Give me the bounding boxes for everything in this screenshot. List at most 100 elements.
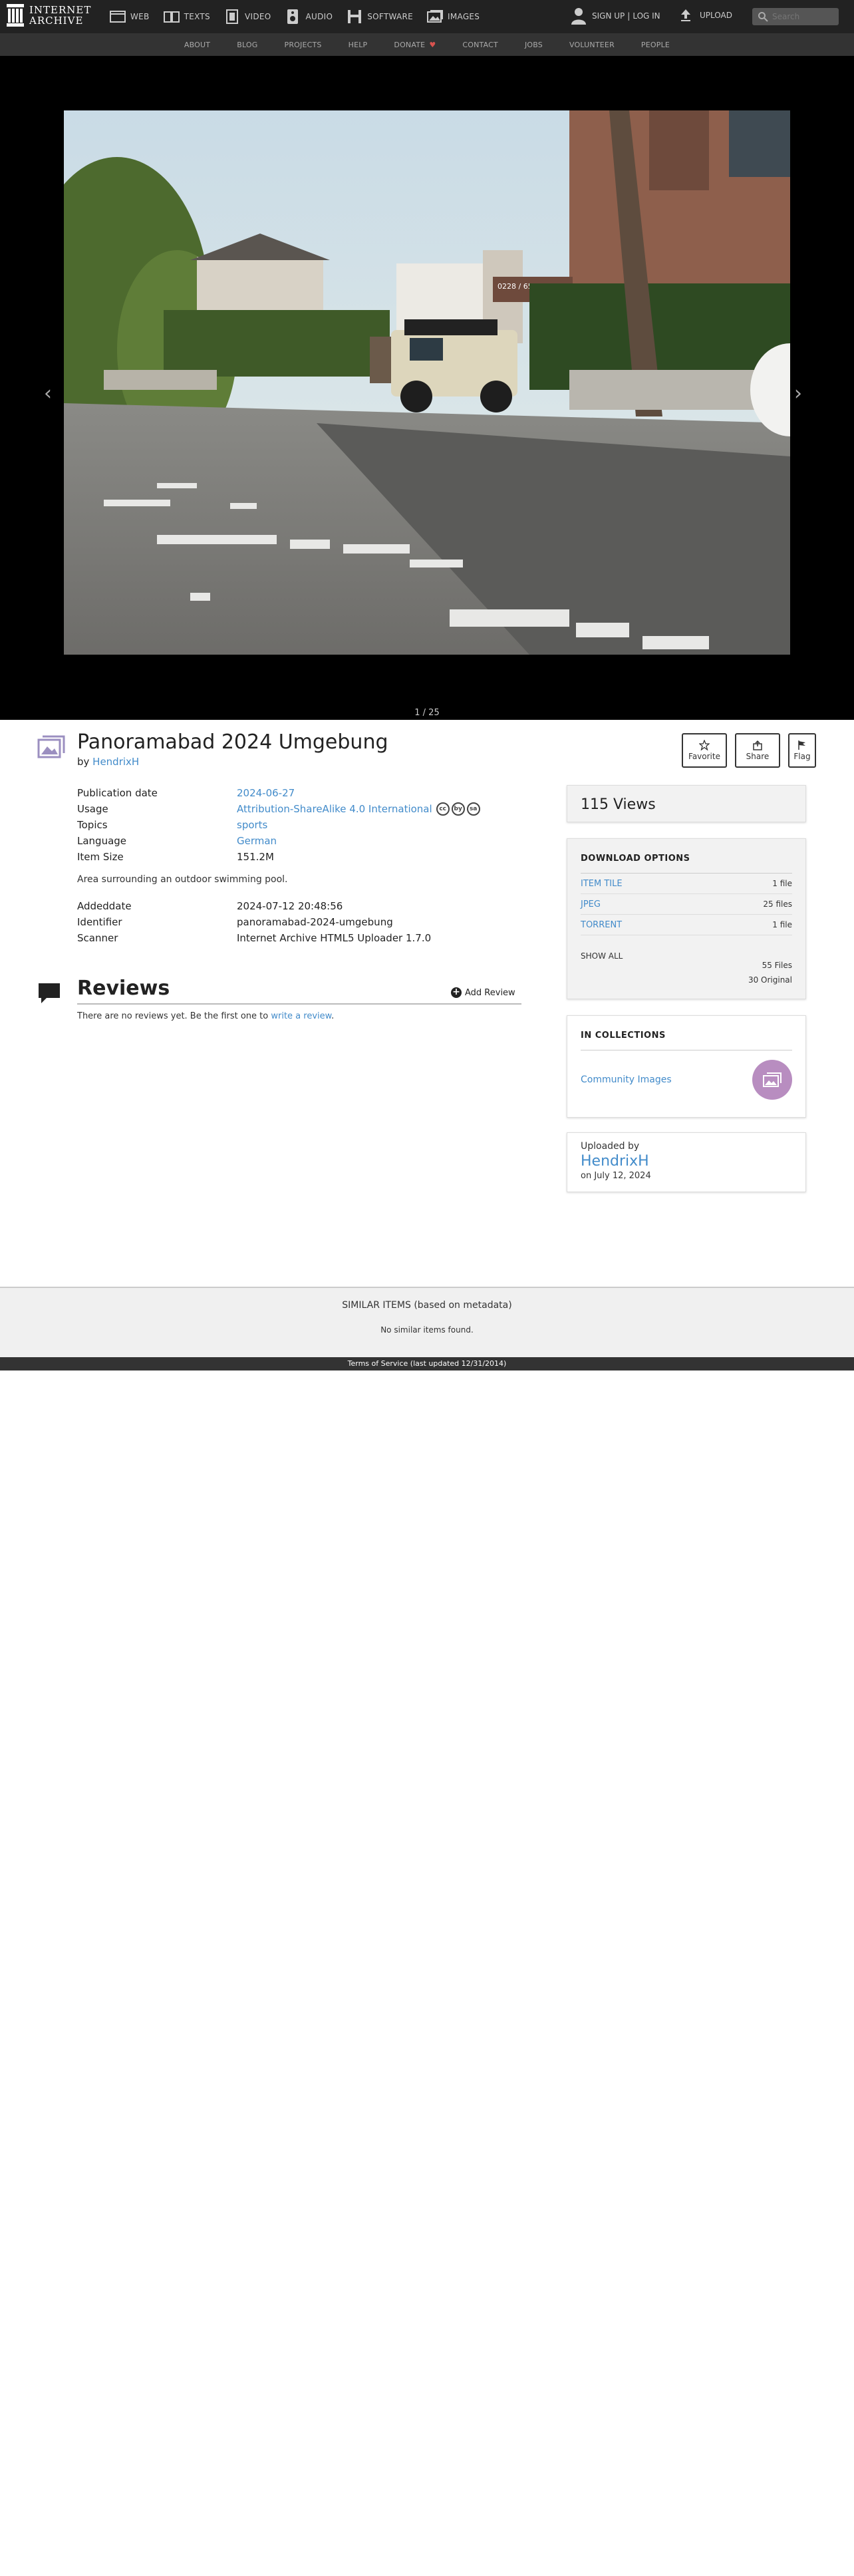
download-row-torrent: TORRENT 1 file [581,915,792,935]
subnav-about[interactable]: ABOUT [184,41,210,49]
collection-badge[interactable] [752,1060,792,1100]
nav-web[interactable]: WEB [109,8,150,25]
logo-line-1: INTERNET [29,4,92,16]
logo-text: INTERNET ARCHIVE [29,5,91,26]
download-torrent-link[interactable]: TORRENT [581,920,622,930]
meta-key: Addeddate [77,900,132,912]
image-viewer: 0228 / 65 99 88 ‹ › 1 / 25 [0,56,854,720]
upload-label: UPLOAD [700,11,732,20]
speaker-icon [287,9,299,24]
cc-sa-icon: sa [466,802,480,816]
favorite-label: Favorite [688,752,720,761]
community-images-link[interactable]: Community Images [581,1074,672,1085]
nav-audio[interactable]: AUDIO [284,8,333,25]
views-count: 115 Views [567,785,806,822]
heart-icon: ♥ [429,40,436,49]
write-review-link[interactable]: write a review [271,1011,331,1021]
meta-row-scanner: Scanner Internet Archive HTML5 Uploader … [77,930,431,946]
meta-key: Scanner [77,932,118,944]
subnav-projects[interactable]: PROJECTS [284,41,321,49]
topic-link[interactable]: sports [237,819,267,831]
nav-web-label: WEB [130,12,150,21]
download-jpeg-link[interactable]: JPEG [581,899,601,909]
meta-key: Publication date [77,787,158,799]
street-photo-illustration: 0228 / 65 99 88 [64,110,790,655]
meta-row-language: Language German [77,833,482,849]
collections-panel: IN COLLECTIONS Community Images [567,1015,806,1118]
no-reviews-message: There are no reviews yet. Be the first o… [77,1011,334,1021]
meta-row-addeddate: Addeddate 2024-07-12 20:48:56 [77,898,431,914]
subnav-jobs[interactable]: JOBS [525,41,543,49]
media-type-nav: WEB TEXTS VIDEO AUDIO SOFTWARE IMAGES [109,8,493,25]
upload-button[interactable]: UPLOAD [678,8,732,23]
share-label: Share [746,752,770,761]
flag-button[interactable]: Flag [788,733,816,768]
download-count: 1 file [772,879,792,888]
meta-key: Language [77,835,127,847]
item-photo[interactable]: 0228 / 65 99 88 [64,110,790,655]
subnav-help[interactable]: HELP [349,41,368,49]
collections-heading: IN COLLECTIONS [581,1031,792,1050]
share-icon [753,740,762,750]
item-metadata-technical: Addeddate 2024-07-12 20:48:56 Identifier… [77,898,431,946]
item-metadata: Publication date 2024-06-27 Usage Attrib… [77,785,482,865]
subnav-contact[interactable]: CONTACT [462,41,498,49]
no-reviews-period: . [331,1011,335,1021]
language-link[interactable]: German [237,835,277,847]
publication-date-link[interactable]: 2024-06-27 [237,787,295,799]
nav-audio-label: AUDIO [305,12,333,21]
secondary-nav: ABOUT BLOG PROJECTS HELP DONATE ♥ CONTACT… [0,33,854,56]
reviews-speech-bubble-icon [39,983,60,1003]
images-icon [427,10,444,23]
show-all-link[interactable]: SHOW ALL [581,951,623,970]
next-image-arrow[interactable]: › [794,382,802,405]
user-menu: SIGN UP | LOG IN [571,7,660,25]
add-review-button[interactable]: + Add Review [451,987,515,998]
previous-image-arrow[interactable]: ‹ [44,382,52,405]
footer: Terms of Service (last updated 12/31/201… [0,1357,854,1370]
top-nav: INTERNET ARCHIVE WEB TEXTS VIDEO AUDIO S… [0,0,854,33]
log-in-link[interactable]: LOG IN [633,11,660,21]
flag-label: Flag [793,752,811,761]
add-review-label: Add Review [465,987,515,998]
favorite-button[interactable]: Favorite [682,733,727,768]
download-count: 1 file [772,920,792,929]
subnav-volunteer[interactable]: VOLUNTEER [569,41,615,49]
uploader-link[interactable]: HendrixH [581,1153,792,1170]
meta-row-identifier: Identifier panoramabad-2024-umgebung [77,914,431,930]
terms-of-service-link[interactable]: Terms of Service (last updated 12/31/201… [348,1359,507,1368]
nav-texts-label: TEXTS [184,12,210,21]
meta-row-topics: Topics sports [77,817,482,833]
search-box[interactable] [752,8,839,25]
internet-archive-logo[interactable]: INTERNET ARCHIVE [7,4,91,27]
meta-key: Identifier [77,916,122,928]
share-button[interactable]: Share [735,733,780,768]
user-icon [571,8,586,25]
download-item-tile-link[interactable]: ITEM TILE [581,879,623,889]
item-byline: by HendrixH [77,756,139,768]
creator-link[interactable]: HendrixH [92,756,139,768]
download-row-jpeg: JPEG 25 files [581,894,792,915]
nav-software[interactable]: SOFTWARE [346,8,413,25]
meta-row-publication-date: Publication date 2024-06-27 [77,785,482,801]
license-link[interactable]: Attribution-ShareAlike 4.0 International [237,803,432,815]
nav-video-label: VIDEO [244,12,271,21]
nav-video[interactable]: VIDEO [223,8,271,25]
meta-row-usage: Usage Attribution-ShareAlike 4.0 Interna… [77,801,482,817]
book-icon [163,11,180,23]
collection-item[interactable]: Community Images [581,1060,792,1100]
license-badges: cc by sa [436,802,482,816]
subnav-blog[interactable]: BLOG [237,41,257,49]
identifier-value: panoramabad-2024-umgebung [237,916,393,928]
subnav-people[interactable]: PEOPLE [641,41,670,49]
search-input[interactable] [772,12,835,21]
sign-up-link[interactable]: SIGN UP [592,11,625,21]
nav-texts[interactable]: TEXTS [163,8,210,25]
nav-images[interactable]: IMAGES [426,8,480,25]
upload-date: on July 12, 2024 [581,1171,651,1181]
scanner-value: Internet Archive HTML5 Uploader 1.7.0 [237,932,432,944]
meta-row-item-size: Item Size 151.2M [77,849,482,865]
subnav-donate[interactable]: DONATE ♥ [394,41,436,49]
addeddate-value: 2024-07-12 20:48:56 [237,900,343,912]
show-all-row: SHOW ALL 55 Files [581,951,792,970]
